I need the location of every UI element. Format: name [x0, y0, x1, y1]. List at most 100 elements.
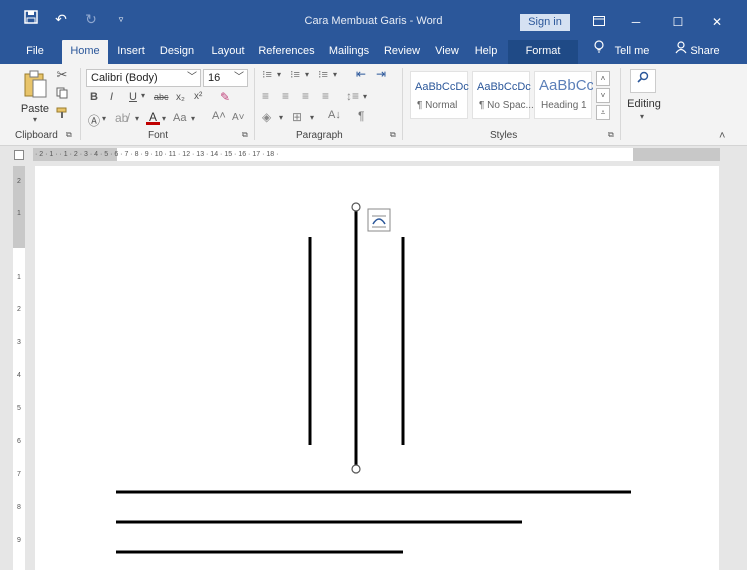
line-spacing-dropdown-icon[interactable]: ▾ [363, 92, 367, 101]
shading-dropdown-icon[interactable]: ▾ [279, 113, 283, 122]
tab-layout[interactable]: Layout [207, 40, 249, 64]
styles-scroll-up-icon[interactable]: ˄ [596, 71, 610, 86]
styles-scroll-down-icon[interactable]: ˅ [596, 88, 610, 103]
layout-options-icon[interactable] [367, 208, 391, 232]
cut-icon[interactable]: ✂ [55, 67, 69, 83]
customize-qat-icon[interactable]: ▿ [112, 10, 130, 28]
superscript-button[interactable]: x² [194, 91, 202, 102]
underline-button[interactable]: U [129, 91, 137, 103]
vruler-number: 2 [17, 306, 21, 313]
paste-label: Paste [20, 103, 50, 115]
share-button[interactable]: Share [690, 40, 720, 64]
multilevel-dropdown-icon[interactable]: ▾ [333, 70, 337, 79]
tab-insert[interactable]: Insert [113, 40, 149, 64]
tab-file[interactable]: File [18, 40, 52, 64]
sign-in-button[interactable]: Sign in [520, 14, 570, 31]
font-color-dropdown-icon[interactable]: ▾ [162, 114, 166, 123]
chevron-down-icon[interactable]: ﹀ [234, 70, 244, 86]
selection-handle-bottom[interactable] [351, 464, 361, 474]
collapse-ribbon-icon[interactable]: ˄ [719, 130, 725, 142]
lightbulb-icon[interactable] [590, 40, 608, 64]
text-effects-icon[interactable]: Ⓐ [88, 112, 100, 129]
tell-me-box[interactable]: Tell me [610, 40, 654, 64]
increase-indent-icon[interactable]: ⇥ [376, 67, 386, 81]
selection-handle-top[interactable] [351, 202, 361, 212]
subscript-button[interactable]: x₂ [176, 92, 185, 103]
chevron-down-icon[interactable]: ﹀ [187, 70, 197, 86]
shrink-font-icon[interactable]: A˅ [232, 112, 245, 123]
tab-help[interactable]: Help [470, 40, 502, 64]
change-case-dropdown-icon[interactable]: ▾ [191, 114, 195, 123]
tab-home[interactable]: Home [62, 40, 108, 64]
redo-icon[interactable]: ↻ [82, 10, 100, 28]
clipboard-launcher-icon[interactable]: ⧉ [66, 130, 72, 140]
style-heading-1[interactable]: AaBbCc Heading 1 [534, 71, 593, 119]
format-painter-icon[interactable] [55, 107, 69, 122]
show-formatting-icon[interactable]: ¶ [358, 109, 364, 123]
vertical-ruler[interactable]: 2 1 1 2 3 4 5 6 7 8 9 [13, 166, 25, 570]
borders-dropdown-icon[interactable]: ▾ [310, 113, 314, 122]
numbering-dropdown-icon[interactable]: ▾ [305, 70, 309, 79]
bullets-dropdown-icon[interactable]: ▾ [277, 70, 281, 79]
highlight-icon[interactable]: ab̸ [115, 111, 128, 125]
save-icon[interactable] [22, 10, 40, 28]
editing-dropdown-icon[interactable]: ▾ [640, 112, 644, 121]
tab-review[interactable]: Review [381, 40, 423, 64]
close-icon[interactable]: ✕ [708, 14, 726, 30]
strikethrough-button[interactable]: abc [154, 92, 169, 102]
highlight-dropdown-icon[interactable]: ▾ [135, 114, 139, 123]
ribbon-display-options-icon[interactable] [590, 14, 608, 30]
decrease-indent-icon[interactable]: ⇤ [356, 67, 366, 81]
document-page[interactable] [35, 166, 719, 570]
numbering-icon[interactable]: ⁝≡ [290, 68, 300, 81]
bold-button[interactable]: B [90, 91, 98, 103]
styles-more-icon[interactable]: ⩡ [596, 105, 610, 120]
sort-icon[interactable]: A↓ [328, 109, 341, 121]
paste-button[interactable]: Paste ▾ [20, 70, 50, 130]
tab-mailings[interactable]: Mailings [323, 40, 375, 64]
styles-launcher-icon[interactable]: ⧉ [608, 130, 614, 140]
vruler-number: 7 [17, 471, 21, 478]
tab-design[interactable]: Design [156, 40, 198, 64]
font-color-icon[interactable]: A [146, 110, 160, 125]
vruler-number: 6 [17, 438, 21, 445]
tab-view[interactable]: View [430, 40, 464, 64]
shading-icon[interactable]: ◈ [262, 110, 271, 124]
align-center-icon[interactable]: ≡ [282, 89, 289, 103]
tab-references[interactable]: References [255, 40, 318, 64]
grow-font-icon[interactable]: A˄ [212, 110, 226, 122]
style-normal[interactable]: AaBbCcDc ¶ Normal [410, 71, 469, 119]
group-separator [80, 68, 81, 140]
find-icon[interactable] [630, 69, 656, 93]
paragraph-launcher-icon[interactable]: ⧉ [390, 130, 396, 140]
tab-selector[interactable] [14, 150, 24, 160]
style-name: ¶ No Spac... [479, 100, 533, 111]
font-name-box[interactable]: Calibri (Body) ﹀ [86, 69, 201, 87]
horizontal-ruler[interactable]: · 2 · 1 · · 1 · 2 · 3 · 4 · 5 · 6 · 7 · … [33, 148, 720, 161]
copy-icon[interactable] [55, 87, 69, 102]
bullets-icon[interactable]: ⁝≡ [262, 68, 272, 81]
font-size-box[interactable]: 16 ﹀ [203, 69, 248, 87]
italic-button[interactable]: I [110, 91, 113, 103]
borders-icon[interactable]: ⊞ [292, 110, 302, 124]
minimize-icon[interactable]: ─ [627, 14, 645, 30]
editing-button[interactable]: Editing [626, 98, 662, 110]
line-spacing-icon[interactable]: ↕≡ [346, 89, 359, 103]
align-left-icon[interactable]: ≡ [262, 89, 269, 103]
font-launcher-icon[interactable]: ⧉ [242, 130, 248, 140]
clear-formatting-icon[interactable]: ✎ [220, 90, 230, 104]
underline-dropdown-icon[interactable]: ▾ [141, 91, 145, 100]
change-case-button[interactable]: Aa [173, 112, 186, 124]
text-effects-dropdown-icon[interactable]: ▾ [102, 114, 106, 123]
tab-format[interactable]: Format [508, 40, 578, 64]
undo-icon[interactable]: ↶ [52, 10, 70, 28]
multilevel-list-icon[interactable]: ⁝≡ [318, 68, 328, 81]
paste-dropdown-icon[interactable]: ▾ [20, 115, 50, 124]
maximize-icon[interactable]: ☐ [669, 14, 687, 30]
style-no-spacing[interactable]: AaBbCcDc ¶ No Spac... [472, 71, 533, 119]
justify-icon[interactable]: ≡ [322, 89, 329, 103]
ribbon-tabs: File Home Insert Design Layout Reference… [0, 40, 747, 64]
group-separator [620, 68, 621, 140]
align-right-icon[interactable]: ≡ [302, 89, 309, 103]
styles-group-label: Styles [490, 130, 518, 141]
